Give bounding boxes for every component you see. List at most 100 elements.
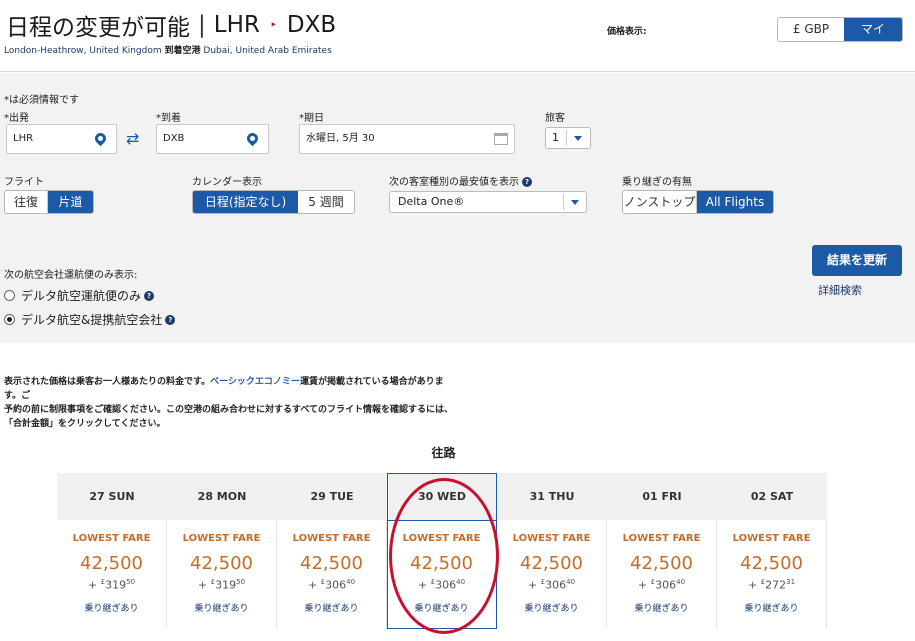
connection-info-link[interactable]: 乗り継ぎあり (277, 601, 386, 614)
help-icon[interactable]: ? (144, 290, 155, 301)
calendar-view-label: カレンダー表示 (192, 177, 262, 188)
lowest-fare-label: LOWEST FARE (72, 533, 151, 544)
select-divider (566, 130, 567, 146)
lowest-fare-label: LOWEST FARE (732, 533, 811, 544)
chevron-down-icon (574, 136, 582, 141)
calendar-view-toggle: 日程(指定なし) 5 週間 (192, 190, 355, 214)
fare-calendar: 27 SUN LOWEST FARE 42,500 + £31950 乗り継ぎあり 28 … (57, 473, 827, 629)
passengers-label: 旅客 (545, 113, 565, 124)
origin-name: London-Heathrow, United Kingdom (4, 46, 162, 56)
carrier-option-delta-partners[interactable]: デルタ航空&提携航空会社 ? (4, 311, 176, 328)
connection-toggle: ノンストップ All Flights (622, 190, 774, 214)
title-separator: | (198, 12, 206, 38)
dest-input[interactable]: DXB (156, 124, 269, 154)
carrier-filter-label: 次の航空会社運航便のみ表示: (4, 270, 138, 281)
price-display-label: 価格表示: (607, 27, 647, 37)
fare-cell[interactable]: LOWEST FARE 42,500 + £30640 乗り継ぎあり (607, 520, 717, 629)
day-header[interactable]: 29 TUE (277, 473, 387, 520)
cabin-select[interactable]: Delta One® (389, 191, 587, 213)
fare-cell[interactable]: LOWEST FARE 42,500 + £27231 乗り継ぎあり (717, 520, 827, 629)
fare-cell[interactable]: LOWEST FARE 42,500 + £30640 乗り継ぎあり (497, 520, 607, 629)
connection-info-link[interactable]: 乗り継ぎあり (717, 601, 826, 614)
advanced-search-link[interactable]: 詳細検索 (818, 282, 862, 298)
title-dest-code: DXB (286, 12, 337, 38)
fare-gbp: + £30640 (307, 578, 356, 592)
currency-gbp-button[interactable]: £ GBP (778, 18, 844, 41)
fare-miles[interactable]: 42,500 (167, 553, 276, 574)
date-label: *期日 (299, 113, 324, 124)
day-header[interactable]: 30 WED (387, 473, 497, 520)
basic-economy-link[interactable]: ベーシックエコノミー (210, 377, 300, 387)
swap-icon[interactable]: ⇄ (126, 129, 139, 148)
fare-cell[interactable]: LOWEST FARE 42,500 + £30640 乗り継ぎあり (277, 520, 387, 629)
route-subtitle: London-Heathrow, United Kingdom 到着空港 Dub… (4, 43, 332, 56)
five-weeks-button[interactable]: 5 週間 (298, 191, 354, 213)
page-title: 日程の変更が可能 | LHR ‣ DXB (6, 8, 336, 42)
flight-label: フライト (4, 177, 44, 188)
origin-input[interactable]: LHR (6, 124, 117, 154)
fare-gbp: + £30640 (527, 578, 576, 592)
lowest-fare-label: LOWEST FARE (182, 533, 261, 544)
date-input[interactable]: 水曜日, 5月 30 (299, 124, 515, 154)
connection-info-link[interactable]: 乗り継ぎあり (497, 601, 606, 614)
connection-info-link[interactable]: 乗り継ぎあり (167, 601, 276, 614)
all-flights-button[interactable]: All Flights (697, 191, 773, 213)
nonstop-button[interactable]: ノンストップ (623, 191, 697, 213)
passengers-select[interactable]: 1 (545, 127, 591, 149)
fare-miles[interactable]: 42,500 (497, 553, 606, 574)
fare-gbp: + £31950 (197, 578, 246, 592)
select-divider (563, 194, 564, 210)
fare-gbp: + £30640 (637, 578, 686, 592)
update-results-button[interactable]: 結果を更新 (812, 245, 902, 276)
chevron-down-icon (571, 200, 579, 205)
lowest-fare-label: LOWEST FARE (512, 533, 591, 544)
origin-label: *出発 (4, 113, 29, 124)
radio-button-checked[interactable] (4, 314, 15, 325)
fare-cell[interactable]: LOWEST FARE 42,500 + £31950 乗り継ぎあり (57, 520, 167, 629)
fare-miles[interactable]: 42,500 (57, 553, 166, 574)
day-header[interactable]: 01 FRI (607, 473, 717, 520)
location-pin-icon (244, 130, 261, 147)
search-form: *は必須情報です *出発 LHR ⇄ *到着 DXB *期日 水曜日, 5月 3… (0, 73, 915, 343)
lowest-fare-label: LOWEST FARE (402, 533, 481, 544)
flexible-dates-button[interactable]: 日程(指定なし) (193, 191, 298, 213)
fare-cell[interactable]: LOWEST FARE 42,500 + £31950 乗り継ぎあり (167, 520, 277, 629)
dest-label: *到着 (156, 113, 181, 124)
day-header[interactable]: 02 SAT (717, 473, 827, 520)
fare-cell[interactable]: LOWEST FARE 42,500 + £30640 乗り継ぎあり (387, 520, 497, 629)
fare-miles[interactable]: 42,500 (277, 553, 386, 574)
day-header[interactable]: 28 MON (167, 473, 277, 520)
connection-info-link[interactable]: 乗り継ぎあり (387, 601, 496, 614)
help-icon[interactable]: ? (522, 177, 532, 187)
location-pin-icon (92, 130, 109, 147)
fare-miles[interactable]: 42,500 (607, 553, 716, 574)
radio-button[interactable] (4, 290, 15, 301)
currency-miles-button[interactable]: マイル (844, 18, 902, 41)
fare-miles[interactable]: 42,500 (387, 553, 496, 574)
connection-info-link[interactable]: 乗り継ぎあり (607, 601, 716, 614)
carrier-option-delta-only[interactable]: デルタ航空運航便のみ ? (4, 287, 155, 304)
route-arrow-icon: ‣ (269, 18, 277, 32)
fare-miles[interactable]: 42,500 (717, 553, 826, 574)
cabin-label: 次の客室種別の最安値を表示? (389, 173, 532, 188)
page-header: 日程の変更が可能 | LHR ‣ DXB London-Heathrow, Un… (0, 0, 915, 72)
connection-info-link[interactable]: 乗り継ぎあり (57, 601, 166, 614)
dest-name: Dubai, United Arab Emirates (203, 46, 332, 56)
help-icon[interactable]: ? (165, 314, 176, 325)
direction-title: 往路 (431, 446, 456, 460)
day-header[interactable]: 31 THU (497, 473, 607, 520)
day-header[interactable]: 27 SUN (57, 473, 167, 520)
required-note: *は必須情報です (4, 95, 79, 106)
title-origin-code: LHR (213, 12, 260, 38)
selected-day-divider (387, 520, 497, 521)
currency-toggle: £ GBP マイル (777, 17, 903, 42)
calendar-icon (494, 133, 508, 145)
connection-label: 乗り継ぎの有無 (622, 177, 692, 188)
title-text: 日程の変更が可能 (6, 15, 190, 41)
round-trip-button[interactable]: 往復 (5, 191, 48, 213)
to-label: 到着空港 (164, 46, 201, 56)
fare-notice: 表示された価格は乗客お一人様あたりの料金です。ベーシックエコノミー運賃が掲載され… (4, 377, 454, 429)
one-way-button[interactable]: 片道 (48, 191, 93, 213)
flight-type-toggle: 往復 片道 (4, 190, 94, 214)
lowest-fare-label: LOWEST FARE (622, 533, 701, 544)
